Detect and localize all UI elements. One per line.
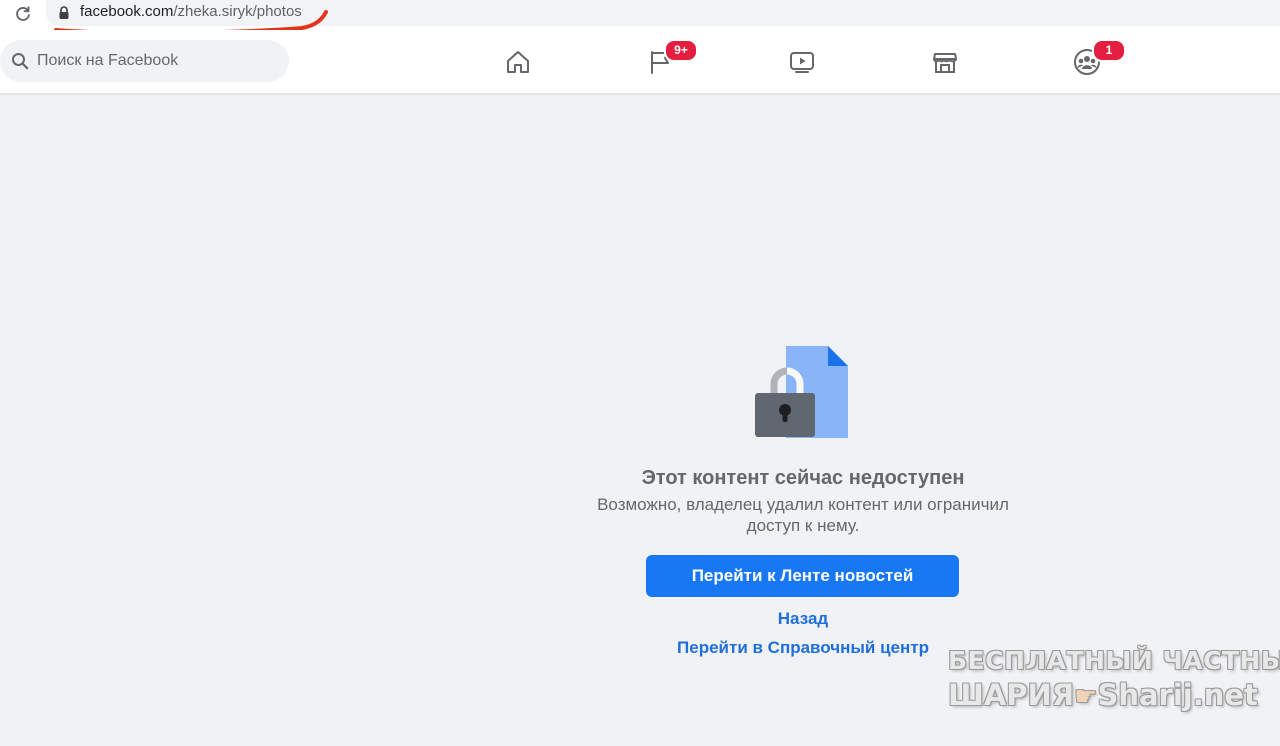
watermark-line2-left: ШАРИЯ <box>948 678 1075 712</box>
marketplace-icon <box>933 53 957 73</box>
watermark-line2-right: Sharij.net <box>1097 678 1258 712</box>
go-to-news-feed-button[interactable]: Перейти к Ленте новостей <box>646 555 959 597</box>
content-locked-illustration <box>755 346 848 438</box>
home-icon <box>507 51 529 73</box>
back-link[interactable]: Назад <box>560 609 1046 629</box>
search-box[interactable] <box>0 40 289 82</box>
page-title: Этот контент сейчас недоступен <box>641 467 965 489</box>
reload-icon[interactable] <box>12 3 34 25</box>
tab-watch[interactable] <box>747 30 857 94</box>
watermark: БЕСПЛАТНЫЙ ЧАСТНЫЙ ШАРИЯ☛Sharij.net <box>946 644 1280 724</box>
notification-badge: 9+ <box>664 39 698 62</box>
pointing-hand-icon: ☛ <box>1074 682 1098 712</box>
tab-home[interactable] <box>463 30 573 94</box>
search-input[interactable] <box>37 40 277 82</box>
tab-groups[interactable]: 1 <box>1032 30 1142 94</box>
watermark-line2: ШАРИЯ☛Sharij.net <box>948 678 1258 712</box>
facebook-top-nav: 9+ 1 <box>0 30 1280 94</box>
watermark-line1: БЕСПЛАТНЫЙ ЧАСТНЫЙ <box>948 646 1280 675</box>
tab-marketplace[interactable] <box>890 30 1000 94</box>
search-icon <box>12 53 29 70</box>
watch-icon <box>790 52 814 73</box>
page-subtitle: Возможно, владелец удалил контент или ог… <box>597 495 1009 535</box>
tab-pages[interactable]: 9+ <box>605 30 715 94</box>
notification-badge: 1 <box>1092 39 1126 62</box>
